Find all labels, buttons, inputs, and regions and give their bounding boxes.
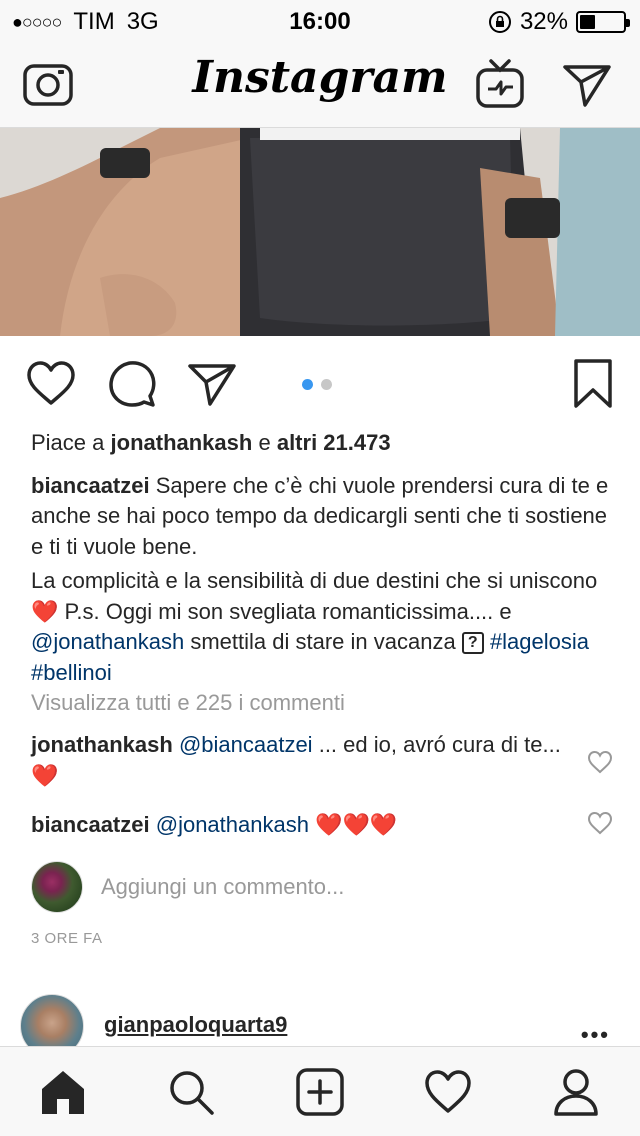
add-comment-row: Aggiungi un commento... <box>31 860 611 914</box>
comment-like-heart-icon[interactable] <box>586 810 614 836</box>
caption-text-2c: smettila di stare in vacanza <box>190 629 456 654</box>
new-post-icon[interactable] <box>295 1067 345 1117</box>
caption-text-2b: P.s. Oggi mi son svegliata romanticissim… <box>64 598 512 624</box>
rotation-lock-icon <box>488 11 511 33</box>
likes-user-link[interactable]: jonathankash <box>111 430 253 455</box>
likes-join: e <box>258 430 271 455</box>
bottom-navigation <box>0 1046 640 1136</box>
battery-icon <box>576 11 630 33</box>
caption: biancaatzei Sapere che c’è chi vuole pre… <box>31 471 611 689</box>
app-header: Instagram <box>0 40 640 128</box>
caption-paragraph-2: La complicità e la sensibilità di due de… <box>31 566 611 688</box>
post-text: Piace a jonathankash e altri 21.473 bian… <box>31 428 611 688</box>
caption-paragraph-1: biancaatzei Sapere che c’è chi vuole pre… <box>31 471 611 563</box>
post-timestamp: 3 ORE FA <box>31 930 103 947</box>
comment-mention-link[interactable]: @biancaatzei <box>179 732 313 757</box>
caption-heart-emoji: ❤️ <box>31 598 59 624</box>
hashtag-link[interactable]: #lagelosia <box>490 629 589 654</box>
comment-emoji: ❤️❤️❤️ <box>315 812 398 837</box>
next-post-header: gianpaoloquarta9 ••• <box>20 994 620 1058</box>
comment-username[interactable]: jonathankash <box>31 732 173 757</box>
caption-unknown-glyph: ? <box>461 632 484 654</box>
comment-item: jonathankash @biancaatzei ... ed io, avr… <box>31 730 571 791</box>
post-photo[interactable] <box>0 128 640 336</box>
add-comment-input[interactable]: Aggiungi un commento... <box>101 874 344 900</box>
comment-bubble-icon[interactable] <box>106 358 158 410</box>
caption-text-2a: La complicità e la sensibilità di due de… <box>31 568 598 593</box>
carousel-indicator <box>302 379 332 390</box>
share-paper-plane-icon[interactable] <box>186 358 238 410</box>
likes-prefix: Piace a <box>31 430 105 455</box>
battery-percent: 32% <box>519 8 568 35</box>
comment-mention-link[interactable]: @jonathankash <box>156 812 309 837</box>
hashtag-link[interactable]: #bellinoi <box>31 660 112 685</box>
status-right: 32% <box>488 8 630 36</box>
bookmark-icon[interactable] <box>567 358 619 410</box>
like-heart-icon[interactable] <box>25 358 77 410</box>
search-icon[interactable] <box>166 1067 216 1117</box>
comment-username[interactable]: biancaatzei <box>31 812 150 837</box>
comment-item: biancaatzei @jonathankash ❤️❤️❤️ <box>31 810 571 841</box>
view-all-comments-link[interactable]: Visualizza tutti e 225 i commenti <box>31 690 345 716</box>
comment-text: ... ed io, avró cura di te... <box>318 732 561 757</box>
activity-heart-icon[interactable] <box>423 1067 473 1117</box>
more-options-icon[interactable]: ••• <box>581 1022 610 1048</box>
caption-username[interactable]: biancaatzei <box>31 473 150 498</box>
comment-like-heart-icon[interactable] <box>586 749 614 775</box>
direct-message-icon[interactable] <box>561 58 613 110</box>
instagram-logo: Instagram <box>192 52 448 103</box>
status-bar: ●○○○○ TIM 3G 16:00 32% <box>0 0 640 40</box>
likes-count-link[interactable]: altri 21.473 <box>277 430 391 455</box>
battery-tip <box>626 19 630 27</box>
profile-icon[interactable] <box>551 1067 601 1117</box>
comment-emoji: ❤️ <box>31 762 59 788</box>
current-user-avatar <box>31 861 83 913</box>
battery-fill <box>580 15 595 29</box>
igtv-icon[interactable] <box>474 58 526 110</box>
carousel-dot <box>321 379 332 390</box>
next-post-username[interactable]: gianpaoloquarta9 <box>104 1012 287 1038</box>
caption-mention-link[interactable]: @jonathankash <box>31 629 184 654</box>
carousel-dot <box>302 379 313 390</box>
likes-line: Piace a jonathankash e altri 21.473 <box>31 428 611 459</box>
photo-content <box>0 128 640 336</box>
home-icon[interactable] <box>38 1067 88 1117</box>
